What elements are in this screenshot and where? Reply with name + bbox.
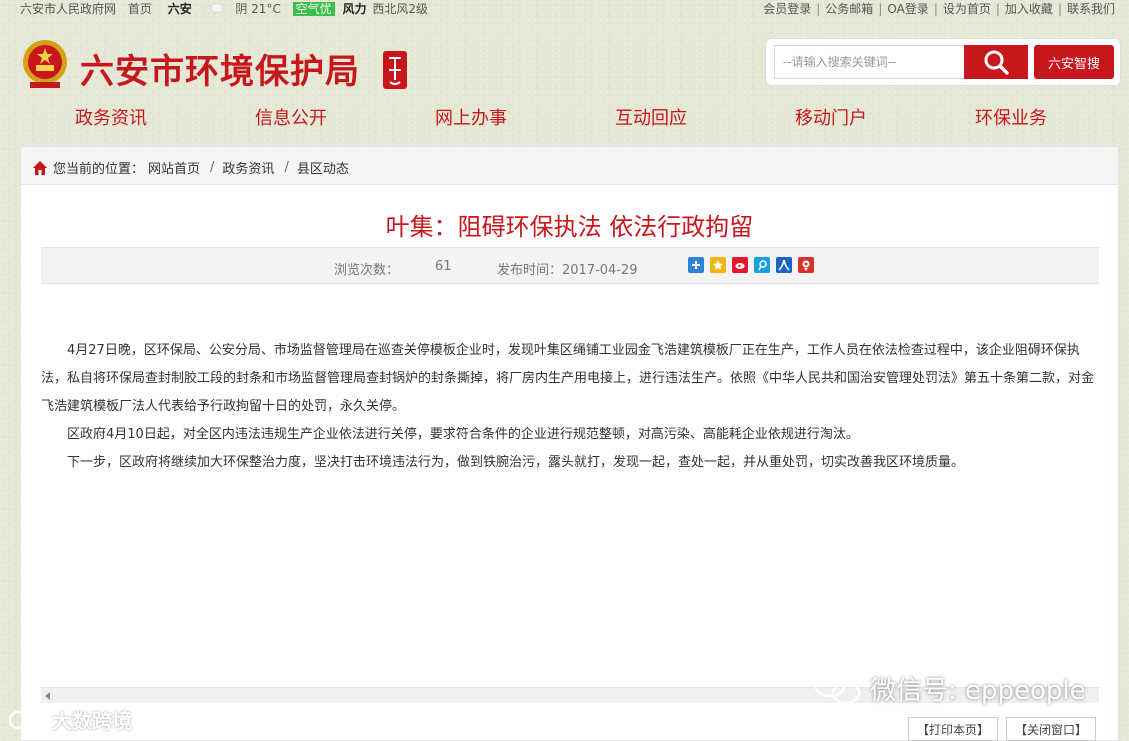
weather-text: 阴 21°C [235,2,281,16]
share-bar [688,257,820,273]
share-renren-icon[interactable] [776,257,792,273]
breadcrumb-prefix: 您当前的位置： [53,162,145,177]
nav-item-env-business[interactable]: 环保业务 [975,104,1047,130]
brand-watermark: 大数跨境 [8,705,132,734]
luan-smart-search-button[interactable]: 六安智搜 [1034,45,1114,79]
aqi-badge: 空气优 [292,2,335,16]
oa-login-link[interactable]: OA登录 [887,2,928,16]
brand-watermark-text: 大数跨境 [52,709,132,733]
main-nav: 政务资讯 信息公开 网上办事 互动回应 移动门户 环保业务 [0,104,1129,130]
member-login-link[interactable]: 会员登录 [763,2,811,16]
brand-logo-icon [8,710,44,729]
search-icon [984,50,1009,75]
views-count: 61 [435,259,452,274]
divider: | [1057,2,1062,16]
publish-date: 发布时间：2017-04-29 [497,263,638,278]
nav-item-mobile-portal[interactable]: 移动门户 [795,104,867,130]
contact-us-link[interactable]: 联系我们 [1067,2,1115,16]
divider: | [933,2,938,16]
official-mail-link[interactable]: 公务邮箱 [825,2,873,16]
article-paragraph: 区政府4月10日起，对全区内违法违规生产企业依法进行关停，要求符合条件的企业进行… [67,427,859,442]
city-name: 六安 [167,2,192,16]
share-douban-icon[interactable] [798,257,814,273]
article-title: 叶集：阻碍环保执法 依法行政拘留 [385,213,754,241]
national-emblem-icon [20,38,70,90]
wechat-id-text: 微信号: eppeople [870,675,1086,706]
nav-item-government-news[interactable]: 政务资讯 [75,104,147,130]
search-box: 六安智搜 [765,38,1121,86]
article-paragraph: 4月27日晚，区环保局、公安分局、市场监督管理局在巡查关停模板企业时，发现叶集区… [41,343,1095,414]
home-icon [33,160,47,175]
footer-buttons: 【打印本页】 【关闭窗口】 [908,717,1104,741]
close-window-button[interactable]: 【关闭窗口】 [1006,717,1097,741]
share-tencent-weibo-icon[interactable] [754,257,770,273]
wind-value: 西北风2级 [372,2,428,16]
search-button[interactable] [964,45,1028,79]
print-page-button[interactable]: 【打印本页】 [908,717,999,741]
breadcrumb-separator: / [284,160,289,175]
top-bar-links: 会员登录 | 公务邮箱 | OA登录 | 设为首页 | 加入收藏 | 联系我们 [763,0,1115,17]
seal-stamp-icon [382,50,408,90]
gov-site-link[interactable]: 六安市人民政府网 [20,2,116,16]
site-logo[interactable]: 六安市环境保护局 [20,38,420,92]
breadcrumb-home[interactable]: 网站首页 [148,158,200,177]
scroll-left-arrow-icon[interactable] [45,692,50,700]
breadcrumb: 您当前的位置： 网站首页 / 政务资讯 / 县区动态 [21,147,1118,185]
home-link[interactable]: 首页 [128,2,152,16]
divider: | [995,2,1000,16]
breadcrumb-county-news[interactable]: 县区动态 [297,158,349,177]
article-body: 4月27日晚，区环保局、公安分局、市场监督管理局在巡查关停模板企业时，发现叶集区… [41,337,1099,477]
nav-item-interaction[interactable]: 互动回应 [615,104,687,130]
search-input[interactable] [774,45,964,79]
top-bar: 六安市人民政府网 首页 六安 阴 21°C 空气优 风力 西北风2级 会员登录 |… [0,0,1129,17]
nav-item-online-service[interactable]: 网上办事 [435,104,507,130]
divider: | [878,2,883,16]
share-more-icon[interactable] [688,257,704,273]
share-qzone-icon[interactable] [710,257,726,273]
wechat-icon [813,670,861,705]
set-homepage-link[interactable]: 设为首页 [943,2,991,16]
article-meta: 浏览次数： 61 发布时间：2017-04-29 [41,247,1099,284]
divider: | [816,2,821,16]
site-title: 六安市环境保护局 [80,52,360,92]
share-weibo-icon[interactable] [732,257,748,273]
content-panel: 您当前的位置： 网站首页 / 政务资讯 / 县区动态 叶集：阻碍环保执法 依法行… [20,146,1119,741]
views-label: 浏览次数： [334,263,400,278]
breadcrumb-separator: / [210,160,215,175]
add-favorite-link[interactable]: 加入收藏 [1005,2,1053,16]
wind-label: 风力 [342,2,367,16]
article-paragraph: 下一步，区政府将继续加大环保整治力度，坚决打击环境违法行为，做到铁腕治污，露头就… [67,455,965,470]
top-bar-left: 六安市人民政府网 首页 六安 阴 21°C 空气优 风力 西北风2级 [20,0,436,17]
cloudy-weather-icon [204,3,224,15]
nav-item-info-disclosure[interactable]: 信息公开 [255,104,327,130]
wechat-watermark: 微信号: eppeople [812,668,1086,708]
breadcrumb-government-news[interactable]: 政务资讯 [222,158,274,177]
